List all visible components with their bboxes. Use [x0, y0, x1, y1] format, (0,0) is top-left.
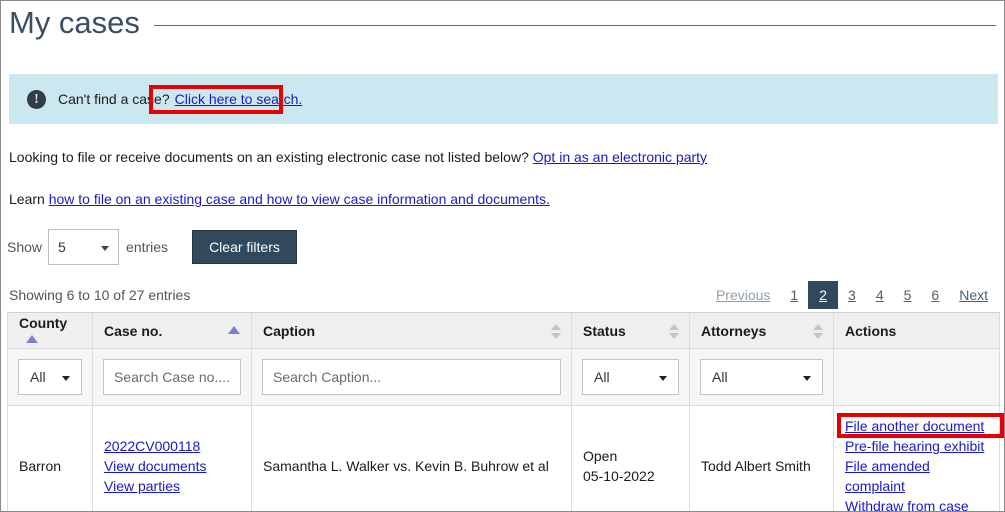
filter-cell-caption — [252, 349, 572, 406]
filter-cell-attorneys: All — [690, 349, 834, 406]
attorneys-filter-value: All — [712, 369, 728, 385]
page-title: My cases — [9, 4, 140, 42]
case-no-search-input[interactable] — [103, 359, 241, 395]
column-label-actions: Actions — [845, 323, 896, 339]
withdraw-from-case-link[interactable]: Withdraw from case — [845, 496, 988, 512]
chevron-down-icon — [659, 376, 667, 381]
column-header-caption[interactable]: Caption — [252, 313, 572, 349]
column-label-caption: Caption — [263, 323, 315, 339]
file-another-document-link[interactable]: File another document — [845, 416, 988, 436]
page-header: My cases — [1, 1, 1004, 45]
learn-text: Learn — [9, 191, 45, 207]
chevron-down-icon — [803, 376, 811, 381]
status-value: Open — [583, 446, 678, 466]
opt-in-electronic-party-link[interactable]: Opt in as an electronic party — [533, 149, 707, 165]
opt-in-text: Looking to file or receive documents on … — [9, 149, 529, 165]
cell-case-no: 2022CV000118 View documents View parties — [93, 406, 252, 512]
filter-cell-actions — [834, 349, 1000, 406]
status-filter-value: All — [594, 369, 610, 385]
county-filter-select[interactable]: All — [18, 359, 82, 395]
column-header-status[interactable]: Status — [572, 313, 690, 349]
caption-search-input[interactable] — [262, 359, 561, 395]
pagination-next[interactable]: Next — [949, 282, 998, 308]
column-label-attorneys: Attorneys — [701, 323, 766, 339]
filter-cell-status: All — [572, 349, 690, 406]
entries-length-value: 5 — [58, 239, 66, 255]
column-header-attorneys[interactable]: Attorneys — [690, 313, 834, 349]
sort-ascending-icon — [26, 335, 38, 343]
file-amended-complaint-link[interactable]: File amended complaint — [845, 456, 988, 496]
showing-entries-info: Showing 6 to 10 of 27 entries — [9, 287, 190, 303]
filter-cell-county: All — [8, 349, 93, 406]
pagination-page-3[interactable]: 3 — [838, 282, 866, 308]
table-row: Barron 2022CV000118 View documents View … — [8, 406, 1000, 512]
cell-attorneys: Todd Albert Smith — [690, 406, 834, 512]
filter-cell-case-no — [93, 349, 252, 406]
click-here-to-search-link[interactable]: Click here to search. — [175, 91, 303, 107]
cell-actions: File another document Pre-file hearing e… — [834, 406, 1000, 512]
cant-find-case-alert: ! Can't find a case? Click here to searc… — [9, 74, 998, 124]
cell-status: Open 05-10-2022 — [572, 406, 690, 512]
entries-label: entries — [126, 239, 168, 255]
column-label-county: County — [19, 315, 67, 331]
status-date: 05-10-2022 — [583, 466, 678, 486]
column-label-case-no: Case no. — [104, 323, 162, 339]
chevron-down-icon — [62, 376, 70, 381]
table-controls: Show 5 entries Clear filters — [7, 229, 297, 265]
column-label-status: Status — [583, 323, 626, 339]
pagination-page-6[interactable]: 6 — [921, 282, 949, 308]
sort-both-icon — [551, 324, 560, 339]
title-divider — [154, 25, 996, 26]
pre-file-hearing-exhibit-link[interactable]: Pre-file hearing exhibit — [845, 436, 988, 456]
alert-message: Can't find a case? — [58, 91, 170, 107]
pagination-page-1[interactable]: 1 — [780, 282, 808, 308]
how-to-file-link[interactable]: how to file on an existing case and how … — [49, 191, 550, 207]
entries-length-select[interactable]: 5 — [48, 229, 119, 265]
cell-caption: Samantha L. Walker vs. Kevin B. Buhrow e… — [252, 406, 572, 512]
pagination-page-4[interactable]: 4 — [866, 282, 894, 308]
sort-both-icon — [669, 324, 678, 339]
case-number-link[interactable]: 2022CV000118 — [104, 436, 240, 456]
county-filter-value: All — [30, 369, 46, 385]
clear-filters-button[interactable]: Clear filters — [192, 230, 297, 264]
opt-in-info-line: Looking to file or receive documents on … — [9, 149, 707, 165]
pagination: Previous 1 2 3 4 5 6 Next — [706, 281, 998, 309]
chevron-down-icon — [101, 246, 109, 251]
show-label: Show — [7, 239, 42, 255]
exclamation-circle-icon: ! — [27, 90, 46, 109]
pagination-previous[interactable]: Previous — [706, 282, 780, 308]
column-header-actions: Actions — [834, 313, 1000, 349]
sort-both-icon — [813, 324, 822, 339]
column-header-case-no[interactable]: Case no. — [93, 313, 252, 349]
status-filter-select[interactable]: All — [582, 359, 679, 395]
attorneys-filter-select[interactable]: All — [700, 359, 823, 395]
view-documents-link[interactable]: View documents — [104, 456, 240, 476]
cell-county: Barron — [8, 406, 93, 512]
learn-info-line: Learn how to file on an existing case an… — [9, 191, 550, 207]
view-parties-link[interactable]: View parties — [104, 476, 240, 496]
my-cases-page: My cases ! Can't find a case? Click here… — [0, 0, 1005, 512]
cases-table: County Case no. Caption Status Attorneys — [7, 312, 1000, 512]
sort-ascending-icon — [228, 326, 240, 334]
column-header-county[interactable]: County — [8, 313, 93, 349]
pagination-page-2[interactable]: 2 — [808, 281, 838, 309]
pagination-page-5[interactable]: 5 — [894, 282, 922, 308]
